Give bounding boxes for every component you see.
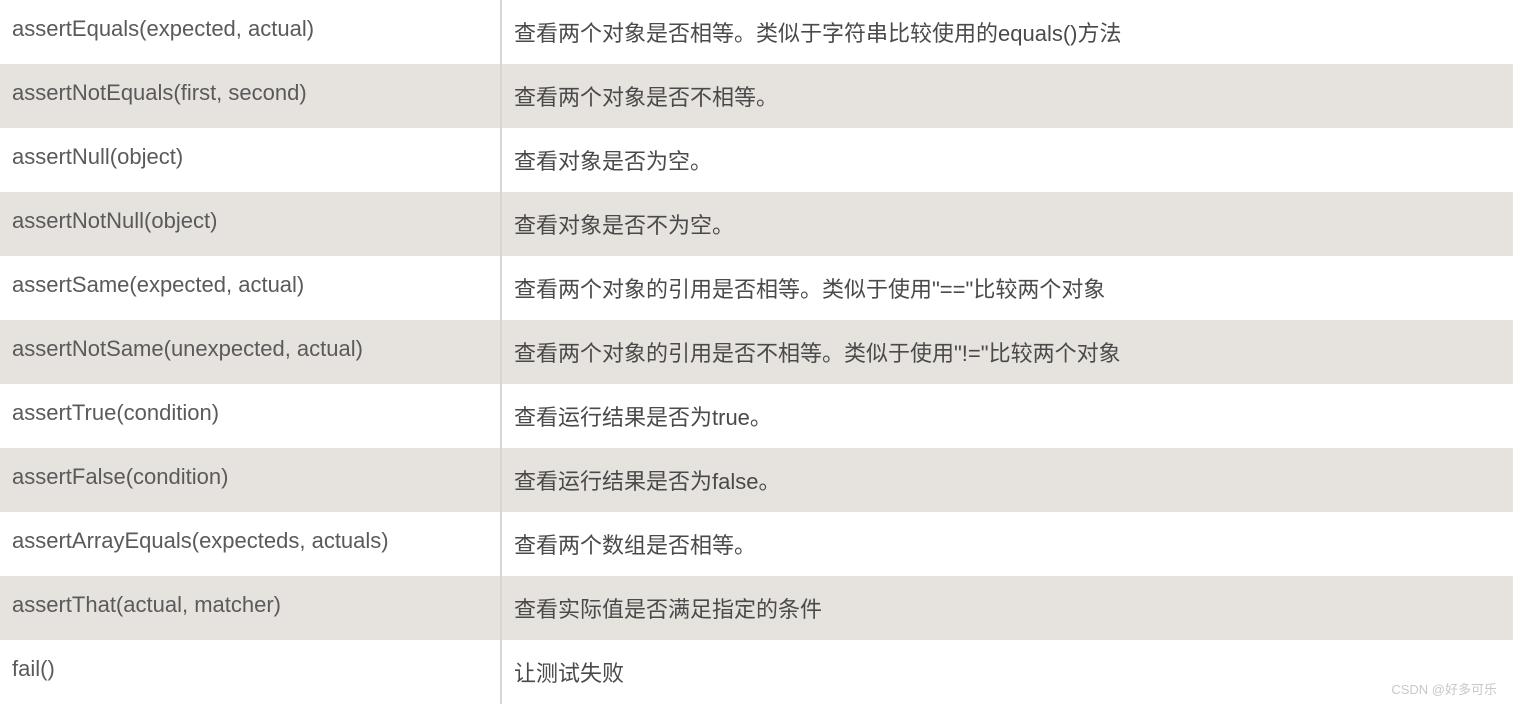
method-cell: assertThat(actual, matcher) bbox=[0, 576, 502, 640]
table-row: assertArrayEquals(expecteds, actuals) 查看… bbox=[0, 512, 1513, 576]
description-cell: 查看两个数组是否相等。 bbox=[502, 512, 1513, 576]
method-cell: assertEquals(expected, actual) bbox=[0, 0, 502, 64]
method-cell: assertTrue(condition) bbox=[0, 384, 502, 448]
watermark-text: CSDN @好多可乐 bbox=[1391, 679, 1497, 698]
description-cell: 让测试失败 bbox=[502, 640, 1513, 704]
description-cell: 查看对象是否为空。 bbox=[502, 128, 1513, 192]
method-cell: assertNull(object) bbox=[0, 128, 502, 192]
table-row: assertThat(actual, matcher) 查看实际值是否满足指定的… bbox=[0, 576, 1513, 640]
method-cell: assertNotEquals(first, second) bbox=[0, 64, 502, 128]
table-row: assertTrue(condition) 查看运行结果是否为true。 bbox=[0, 384, 1513, 448]
assertions-table: assertEquals(expected, actual) 查看两个对象是否相… bbox=[0, 0, 1513, 704]
method-cell: assertFalse(condition) bbox=[0, 448, 502, 512]
table-row: fail() 让测试失败 bbox=[0, 640, 1513, 704]
table-row: assertFalse(condition) 查看运行结果是否为false。 bbox=[0, 448, 1513, 512]
description-cell: 查看两个对象是否不相等。 bbox=[502, 64, 1513, 128]
method-cell: fail() bbox=[0, 640, 502, 704]
description-cell: 查看两个对象是否相等。类似于字符串比较使用的equals()方法 bbox=[502, 0, 1513, 64]
method-cell: assertNotNull(object) bbox=[0, 192, 502, 256]
table-row: assertNotSame(unexpected, actual) 查看两个对象… bbox=[0, 320, 1513, 384]
description-cell: 查看对象是否不为空。 bbox=[502, 192, 1513, 256]
method-cell: assertArrayEquals(expecteds, actuals) bbox=[0, 512, 502, 576]
table-row: assertNotNull(object) 查看对象是否不为空。 bbox=[0, 192, 1513, 256]
description-cell: 查看两个对象的引用是否不相等。类似于使用"!="比较两个对象 bbox=[502, 320, 1513, 384]
method-cell: assertNotSame(unexpected, actual) bbox=[0, 320, 502, 384]
description-cell: 查看运行结果是否为true。 bbox=[502, 384, 1513, 448]
table-row: assertNotEquals(first, second) 查看两个对象是否不… bbox=[0, 64, 1513, 128]
description-cell: 查看两个对象的引用是否相等。类似于使用"=="比较两个对象 bbox=[502, 256, 1513, 320]
table-row: assertSame(expected, actual) 查看两个对象的引用是否… bbox=[0, 256, 1513, 320]
description-cell: 查看实际值是否满足指定的条件 bbox=[502, 576, 1513, 640]
table-row: assertNull(object) 查看对象是否为空。 bbox=[0, 128, 1513, 192]
method-cell: assertSame(expected, actual) bbox=[0, 256, 502, 320]
table-row: assertEquals(expected, actual) 查看两个对象是否相… bbox=[0, 0, 1513, 64]
description-cell: 查看运行结果是否为false。 bbox=[502, 448, 1513, 512]
